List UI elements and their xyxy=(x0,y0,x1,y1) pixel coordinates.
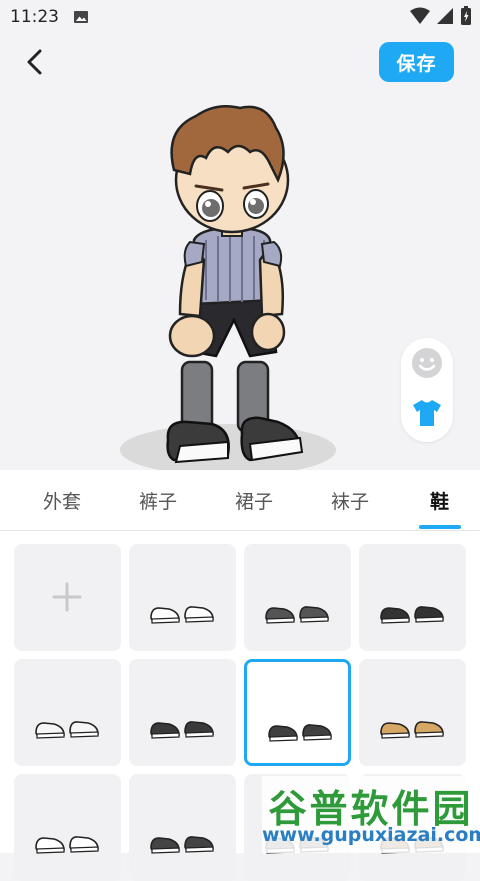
mode-switch xyxy=(401,338,453,442)
shoe-pair-icon xyxy=(35,836,99,854)
tab-skirt[interactable]: 裙子 xyxy=(235,487,273,514)
shoe-item[interactable] xyxy=(14,659,121,766)
wifi-icon xyxy=(410,7,430,29)
shoe-pair-icon xyxy=(150,836,214,854)
back-button[interactable] xyxy=(20,46,52,78)
add-item-button[interactable] xyxy=(14,544,121,651)
shoe-item[interactable] xyxy=(129,659,236,766)
avatar-preview xyxy=(110,100,370,476)
category-tabs: 外套 裤子 裙子 袜子 鞋 xyxy=(0,470,480,531)
tab-shoes[interactable]: 鞋 xyxy=(430,487,449,514)
shoe-pair-icon xyxy=(150,606,214,624)
shoe-item[interactable] xyxy=(14,774,121,881)
shoe-pair-icon xyxy=(150,721,214,739)
shoe-item-selected[interactable] xyxy=(244,659,351,766)
shoe-pair-icon xyxy=(35,721,99,739)
shoe-item[interactable] xyxy=(359,659,466,766)
battery-icon xyxy=(460,6,472,30)
shoe-pair-icon xyxy=(380,721,444,739)
status-time: 11:23 xyxy=(10,7,59,27)
tab-coat[interactable]: 外套 xyxy=(43,487,81,514)
shoe-item[interactable] xyxy=(244,544,351,651)
shirt-icon[interactable] xyxy=(412,399,442,431)
shoe-item[interactable] xyxy=(129,774,236,881)
cell-signal-icon xyxy=(436,7,454,29)
tab-socks[interactable]: 袜子 xyxy=(331,487,369,514)
shoe-item[interactable] xyxy=(129,544,236,651)
watermark-url: www.gupuxiazai.com xyxy=(262,824,480,846)
watermark: 谷普软件园 www.gupuxiazai.com xyxy=(262,776,480,853)
save-button[interactable]: 保存 xyxy=(379,42,454,82)
status-bar: 11:23 xyxy=(0,0,480,34)
shoe-pair-icon xyxy=(265,606,329,624)
plus-icon xyxy=(52,582,82,612)
tab-pants[interactable]: 裤子 xyxy=(139,487,177,514)
face-icon[interactable] xyxy=(411,347,443,383)
status-indicators xyxy=(410,6,472,30)
shoe-pair-icon xyxy=(268,724,332,742)
shoe-pair-icon xyxy=(380,606,444,624)
active-tab-indicator xyxy=(419,525,461,529)
shoe-item[interactable] xyxy=(359,544,466,651)
chevron-left-icon xyxy=(27,49,42,75)
image-notification-icon xyxy=(73,9,89,29)
